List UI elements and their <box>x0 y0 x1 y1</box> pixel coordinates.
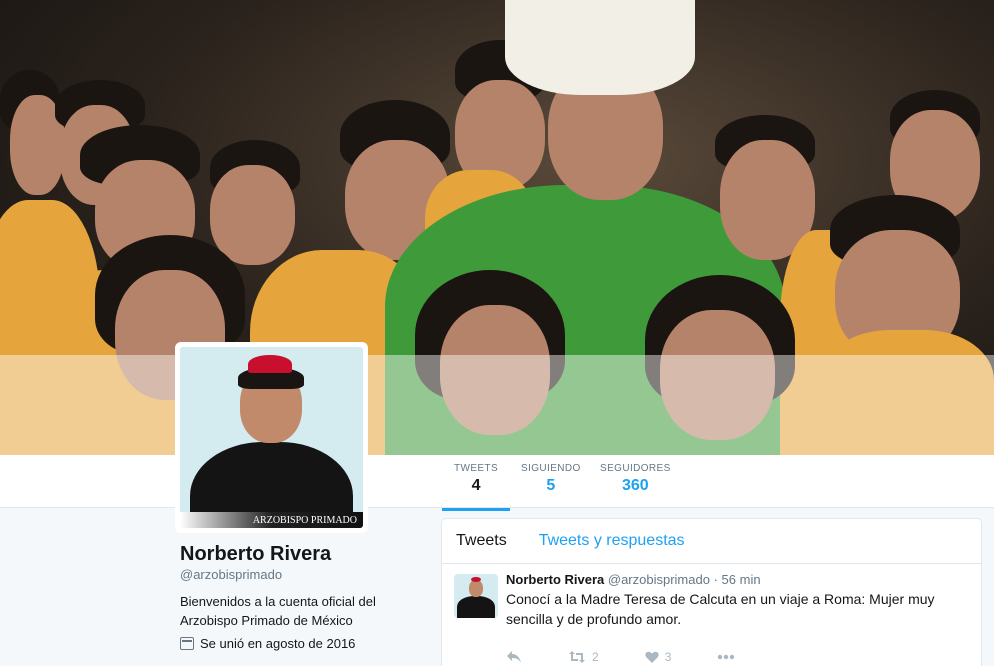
tweet-author-handle[interactable]: @arzobisprimado <box>608 572 710 587</box>
stat-followers-value: 360 <box>621 477 649 494</box>
tweet-actions: 2 3 <box>506 650 781 664</box>
joined-text: Se unió en agosto de 2016 <box>200 636 356 651</box>
tweet-author-name[interactable]: Norberto Rivera <box>506 572 604 587</box>
retweet-button[interactable]: 2 <box>568 650 599 664</box>
tweet-separator: · <box>713 572 718 587</box>
tweet-avatar[interactable] <box>454 574 498 618</box>
tab-tweets[interactable]: Tweets <box>456 532 507 550</box>
reply-icon <box>507 651 521 663</box>
retweet-count: 2 <box>592 650 599 664</box>
stat-tweets-label: TWEETS <box>454 463 499 474</box>
profile-nav: TWEETS 4 SIGUIENDO 5 SEGUIDORES 360 <box>0 455 994 511</box>
profile-handle[interactable]: @arzobisprimado <box>180 567 282 582</box>
header-photo <box>0 0 994 455</box>
avatar-photo: ARZOBISPO PRIMADO <box>180 347 363 528</box>
stat-following[interactable]: SIGUIENDO 5 <box>521 463 581 495</box>
retweet-icon <box>569 651 585 663</box>
tweet-text: Conocí a la Madre Teresa de Calcuta en u… <box>506 591 935 627</box>
joined-date: Se unió en agosto de 2016 <box>180 636 355 651</box>
tweet[interactable]: Norberto Rivera @arzobisprimado · 56 min… <box>442 564 981 666</box>
stat-followers[interactable]: SEGUIDORES 360 <box>600 463 671 495</box>
more-icon <box>718 654 735 660</box>
avatar-caption: ARZOBISPO PRIMADO <box>252 515 357 526</box>
tweet-header: Norberto Rivera @arzobisprimado · 56 min <box>506 572 969 587</box>
stat-following-value: 5 <box>546 477 556 494</box>
tab-tweets-and-replies[interactable]: Tweets y respuestas <box>539 532 685 550</box>
heart-icon <box>645 651 659 663</box>
profile-bio: Bienvenidos a la cuenta oficial del Arzo… <box>180 594 376 628</box>
reply-button[interactable] <box>506 650 522 664</box>
timeline-tabs: Tweets Tweets y respuestas <box>442 519 981 564</box>
timeline: Tweets Tweets y respuestas Norberto Rive… <box>441 518 982 666</box>
stat-tweets-value: 4 <box>471 477 481 494</box>
calendar-icon <box>180 637 194 650</box>
more-button[interactable] <box>717 654 735 660</box>
like-count: 3 <box>664 650 672 664</box>
stat-tweets[interactable]: TWEETS 4 <box>441 463 511 511</box>
tweet-timestamp[interactable]: 56 min <box>722 572 761 587</box>
profile-avatar[interactable]: ARZOBISPO PRIMADO <box>175 342 368 533</box>
profile-name[interactable]: Norberto Rivera <box>180 543 331 566</box>
like-button[interactable]: 3 <box>645 650 672 664</box>
stat-followers-label: SEGUIDORES <box>600 463 671 474</box>
stat-following-label: SIGUIENDO <box>521 463 581 474</box>
